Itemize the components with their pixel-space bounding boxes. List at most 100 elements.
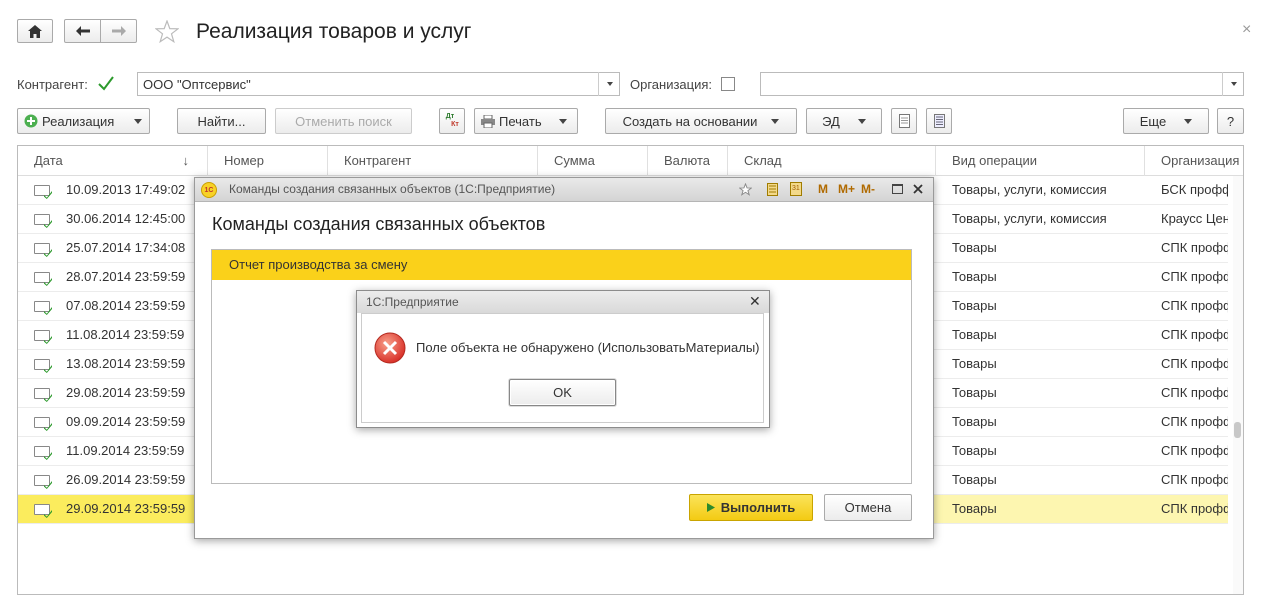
error-icon bbox=[374, 332, 406, 364]
column-header-currency[interactable]: Валюта bbox=[648, 146, 728, 176]
posted-document-icon bbox=[34, 214, 50, 225]
chevron-down-icon bbox=[1184, 118, 1193, 124]
organization-checkbox[interactable] bbox=[721, 77, 735, 91]
column-header-number[interactable]: Номер bbox=[208, 146, 328, 176]
ed-button[interactable]: ЭД bbox=[806, 108, 882, 134]
error-dialog-title: 1С:Предприятие bbox=[366, 295, 459, 309]
chevron-down-icon bbox=[857, 118, 866, 124]
home-button[interactable] bbox=[17, 19, 53, 43]
more-label: Еще bbox=[1139, 113, 1167, 129]
cell-organization: СПК профф bbox=[1161, 356, 1228, 371]
posted-document-icon bbox=[34, 272, 50, 283]
dialog-heading: Команды создания связанных объектов bbox=[212, 214, 546, 234]
organization-dropdown-button[interactable] bbox=[1222, 72, 1244, 96]
memory-minus-button[interactable]: M- bbox=[861, 182, 875, 196]
counterparty-value: ООО "Оптсервис" bbox=[143, 76, 251, 92]
column-header-counterparty[interactable]: Контрагент bbox=[328, 146, 538, 176]
list-item[interactable]: Отчет производства за смену bbox=[212, 250, 911, 280]
dt-kt-button[interactable]: Дт Кт bbox=[439, 108, 465, 134]
printer-icon bbox=[481, 114, 495, 128]
scrollbar-thumb[interactable] bbox=[1234, 422, 1241, 438]
cell-operation: Товары bbox=[952, 414, 997, 429]
cell-organization: СПК профф bbox=[1161, 327, 1228, 342]
posted-document-icon bbox=[34, 417, 50, 428]
posted-document-icon bbox=[34, 388, 50, 399]
cell-date: 29.08.2014 23:59:59 bbox=[66, 385, 186, 400]
error-dialog: 1С:Предприятие ✕ Поле объекта не обнаруж… bbox=[356, 290, 770, 428]
cancel-search-button[interactable]: Отменить поиск bbox=[275, 108, 412, 134]
cell-operation: Товары bbox=[952, 240, 997, 255]
memory-plus-button[interactable]: M+ bbox=[838, 182, 855, 196]
page-title: Реализация товаров и услуг bbox=[196, 20, 472, 43]
dt-kt-icon-top: Дт bbox=[445, 113, 455, 120]
counterparty-dropdown-button[interactable] bbox=[598, 72, 620, 96]
cell-date: 11.09.2014 23:59:59 bbox=[66, 443, 185, 458]
realization-create-button[interactable]: Реализация bbox=[17, 108, 150, 134]
realization-label: Реализация bbox=[42, 113, 115, 129]
close-icon[interactable] bbox=[913, 184, 923, 194]
home-icon bbox=[28, 24, 42, 38]
cell-operation: Товары bbox=[952, 327, 997, 342]
column-header-warehouse[interactable]: Склад bbox=[728, 146, 936, 176]
organization-field[interactable] bbox=[760, 72, 1244, 96]
calculator-icon[interactable] bbox=[767, 183, 778, 196]
close-icon[interactable]: ✕ bbox=[749, 293, 761, 310]
vertical-scrollbar[interactable] bbox=[1233, 176, 1243, 594]
cell-date: 11.08.2014 23:59:59 bbox=[66, 327, 185, 342]
calendar-icon-day: 31 bbox=[792, 185, 800, 192]
cell-operation: Товары bbox=[952, 501, 997, 516]
column-header-date[interactable]: Дата ↓ bbox=[18, 146, 208, 176]
execute-button[interactable]: Выполнить bbox=[689, 494, 813, 521]
create-based-on-button[interactable]: Создать на основании bbox=[605, 108, 797, 134]
posted-document-icon bbox=[34, 359, 50, 370]
posted-document-icon bbox=[34, 185, 50, 196]
list-icon bbox=[933, 114, 945, 128]
posted-document-icon bbox=[34, 243, 50, 254]
cancel-button[interactable]: Отмена bbox=[824, 494, 912, 521]
maximize-icon[interactable] bbox=[892, 184, 903, 194]
column-header-sum[interactable]: Сумма bbox=[538, 146, 648, 176]
cell-operation: Товары bbox=[952, 385, 997, 400]
find-button[interactable]: Найти... bbox=[177, 108, 266, 134]
column-header-organization[interactable]: Организация bbox=[1145, 146, 1243, 176]
posted-document-icon bbox=[34, 446, 50, 457]
sort-descending-icon: ↓ bbox=[182, 153, 190, 168]
close-window-icon[interactable]: × bbox=[1242, 21, 1251, 39]
table-header: Дата ↓ Номер Контрагент Сумма Валюта Скл… bbox=[18, 146, 1243, 176]
cell-date: 28.07.2014 23:59:59 bbox=[66, 269, 186, 284]
calendar-icon[interactable]: 31 bbox=[790, 182, 802, 196]
arrow-right-icon bbox=[111, 26, 126, 36]
cell-date: 25.07.2014 17:34:08 bbox=[66, 240, 186, 255]
more-button[interactable]: Еще bbox=[1123, 108, 1209, 134]
cell-operation: Товары, услуги, комиссия bbox=[952, 182, 1107, 197]
print-button[interactable]: Печать bbox=[474, 108, 578, 134]
arrow-left-icon bbox=[75, 26, 90, 36]
counterparty-label: Контрагент: bbox=[17, 77, 88, 92]
cell-date: 26.09.2014 23:59:59 bbox=[66, 472, 186, 487]
dialog-titlebar: 1С Команды создания связанных объектов (… bbox=[195, 178, 933, 202]
document-button[interactable] bbox=[891, 108, 917, 134]
print-label: Печать bbox=[499, 113, 542, 129]
counterparty-checkbox[interactable] bbox=[98, 76, 114, 91]
cell-date: 29.09.2014 23:59:59 bbox=[66, 501, 186, 516]
ok-button[interactable]: OK bbox=[509, 379, 616, 406]
list-settings-button[interactable] bbox=[926, 108, 952, 134]
execute-label: Выполнить bbox=[720, 500, 796, 515]
column-header-date-label: Дата bbox=[34, 153, 63, 168]
column-header-operation[interactable]: Вид операции bbox=[936, 146, 1145, 176]
cell-operation: Товары bbox=[952, 298, 997, 313]
back-button[interactable] bbox=[64, 19, 101, 43]
cell-operation: Товары bbox=[952, 269, 997, 284]
error-dialog-titlebar: 1С:Предприятие ✕ bbox=[357, 291, 769, 313]
counterparty-field[interactable]: ООО "Оптсервис" bbox=[137, 72, 620, 96]
favorite-star-icon[interactable] bbox=[739, 183, 752, 196]
help-button[interactable]: ? bbox=[1217, 108, 1244, 134]
cell-organization: Краусс Цент bbox=[1161, 211, 1228, 226]
create-based-on-label: Создать на основании bbox=[622, 113, 758, 129]
forward-button[interactable] bbox=[100, 19, 137, 43]
favorite-star-icon[interactable] bbox=[155, 20, 179, 43]
cell-organization: БСК профф bbox=[1161, 182, 1228, 197]
memory-m-button[interactable]: M bbox=[818, 182, 828, 196]
cell-organization: СПК профф bbox=[1161, 472, 1228, 487]
cell-organization: СПК профф bbox=[1161, 298, 1228, 313]
